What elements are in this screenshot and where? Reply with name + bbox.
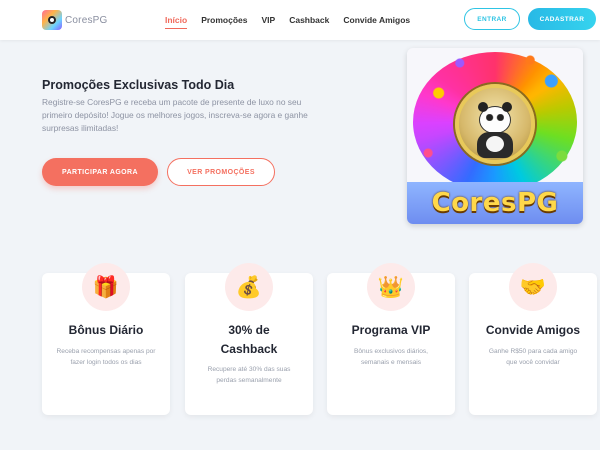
feature-title: Convide Amigos — [485, 323, 581, 337]
feature-card-cashback[interactable]: 💰 30% de Cashback Recupere até 30% das s… — [185, 263, 313, 415]
feature-card-daily-bonus[interactable]: 🎁 Bônus Diário Receba recompensas apenas… — [42, 263, 170, 415]
feature-description: Receba recompensas apenas por fazer logi… — [56, 348, 156, 366]
nav-item-convide-amigos[interactable]: Convide Amigos — [343, 15, 410, 25]
nav-item-vip[interactable]: VIP — [262, 15, 276, 25]
feature-description: Bônus exclusivos diários, semanais e men… — [353, 348, 429, 366]
hero-description: Registre-se CoresPG e receba um pacote d… — [42, 97, 308, 133]
crown-icon: 👑 — [367, 263, 415, 311]
feature-title: 30% de Cashback — [220, 323, 278, 356]
feature-description: Recupere até 30% das suas perdas semanal… — [207, 366, 291, 384]
hero-title: Promoções Exclusivas Todo Dia — [42, 78, 235, 92]
nav-item-promocoes[interactable]: Promoções — [201, 15, 247, 25]
login-button[interactable]: ENTRAR — [464, 8, 520, 30]
logo-text: CoresPG — [65, 14, 108, 26]
feature-title: Bônus Diário — [68, 323, 144, 337]
nav-item-cashback[interactable]: Cashback — [289, 15, 329, 25]
logo-icon — [42, 10, 62, 30]
brand-banner-text: CoresPG — [431, 188, 559, 218]
site-logo[interactable]: CoresPG — [42, 9, 108, 31]
nav-item-inicio[interactable]: Início — [165, 15, 188, 29]
view-promotions-button[interactable]: VER PROMOÇÕES — [167, 158, 275, 186]
feature-card-invite-friends[interactable]: 🤝 Convide Amigos Ganhe R$50 para cada am… — [469, 263, 597, 415]
handshake-icon: 🤝 — [509, 263, 557, 311]
join-now-button[interactable]: PARTICIPAR AGORA — [42, 158, 158, 186]
feature-title: Programa VIP — [351, 323, 431, 337]
signup-button[interactable]: CADASTRAR — [528, 8, 596, 30]
feature-card-vip[interactable]: 👑 Programa VIP Bônus exclusivos diários,… — [327, 263, 455, 415]
brand-banner: CoresPG — [407, 182, 583, 224]
promo-banner-image: CoresPG — [407, 48, 583, 224]
money-bag-icon: 💰 — [225, 263, 273, 311]
top-navbar: CoresPG Início Promoções VIP Cashback Co… — [0, 0, 600, 40]
feature-description: Ganhe R$50 para cada amigo que você conv… — [488, 348, 578, 366]
gift-icon: 🎁 — [82, 263, 130, 311]
panda-eyes-graphic — [486, 114, 504, 121]
panda-body-graphic — [477, 132, 513, 158]
main-nav: Início Promoções VIP Cashback Convide Am… — [165, 0, 424, 40]
